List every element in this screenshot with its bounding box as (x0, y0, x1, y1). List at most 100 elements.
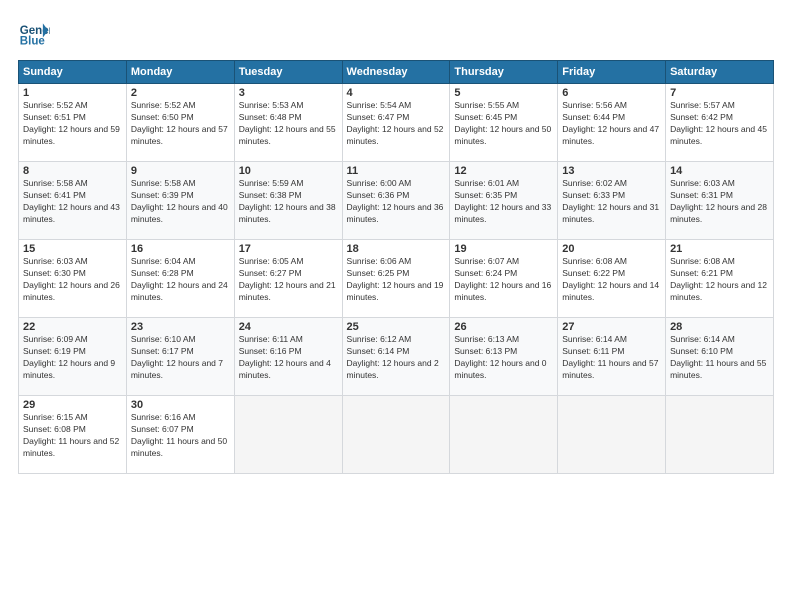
day-info: Sunrise: 6:15 AMSunset: 6:08 PMDaylight:… (23, 412, 122, 460)
logo-icon: General Blue (18, 18, 50, 50)
day-number: 22 (23, 321, 122, 333)
calendar-cell: 3Sunrise: 5:53 AMSunset: 6:48 PMDaylight… (234, 84, 342, 162)
day-info: Sunrise: 6:03 AMSunset: 6:30 PMDaylight:… (23, 256, 122, 304)
day-info: Sunrise: 6:09 AMSunset: 6:19 PMDaylight:… (23, 334, 122, 382)
day-number: 29 (23, 399, 122, 411)
calendar-cell: 1Sunrise: 5:52 AMSunset: 6:51 PMDaylight… (19, 84, 127, 162)
day-number: 11 (347, 165, 446, 177)
header: General Blue (18, 18, 774, 50)
col-header-saturday: Saturday (666, 61, 774, 84)
day-info: Sunrise: 6:13 AMSunset: 6:13 PMDaylight:… (454, 334, 553, 382)
svg-text:Blue: Blue (20, 36, 46, 48)
day-info: Sunrise: 5:54 AMSunset: 6:47 PMDaylight:… (347, 100, 446, 148)
calendar-cell: 14Sunrise: 6:03 AMSunset: 6:31 PMDayligh… (666, 162, 774, 240)
week-row-5: 29Sunrise: 6:15 AMSunset: 6:08 PMDayligh… (19, 396, 774, 474)
calendar-cell: 29Sunrise: 6:15 AMSunset: 6:08 PMDayligh… (19, 396, 127, 474)
day-number: 23 (131, 321, 230, 333)
day-info: Sunrise: 6:03 AMSunset: 6:31 PMDaylight:… (670, 178, 769, 226)
day-number: 18 (347, 243, 446, 255)
calendar-cell: 9Sunrise: 5:58 AMSunset: 6:39 PMDaylight… (126, 162, 234, 240)
day-number: 20 (562, 243, 661, 255)
day-number: 8 (23, 165, 122, 177)
day-number: 16 (131, 243, 230, 255)
calendar-cell: 21Sunrise: 6:08 AMSunset: 6:21 PMDayligh… (666, 240, 774, 318)
day-number: 15 (23, 243, 122, 255)
day-number: 10 (239, 165, 338, 177)
calendar-cell (666, 396, 774, 474)
calendar-cell: 20Sunrise: 6:08 AMSunset: 6:22 PMDayligh… (558, 240, 666, 318)
col-header-monday: Monday (126, 61, 234, 84)
calendar-cell: 28Sunrise: 6:14 AMSunset: 6:10 PMDayligh… (666, 318, 774, 396)
day-info: Sunrise: 6:04 AMSunset: 6:28 PMDaylight:… (131, 256, 230, 304)
day-info: Sunrise: 6:10 AMSunset: 6:17 PMDaylight:… (131, 334, 230, 382)
day-number: 30 (131, 399, 230, 411)
calendar-cell: 27Sunrise: 6:14 AMSunset: 6:11 PMDayligh… (558, 318, 666, 396)
day-number: 3 (239, 87, 338, 99)
day-number: 25 (347, 321, 446, 333)
col-header-sunday: Sunday (19, 61, 127, 84)
day-info: Sunrise: 5:57 AMSunset: 6:42 PMDaylight:… (670, 100, 769, 148)
day-number: 1 (23, 87, 122, 99)
calendar-cell: 30Sunrise: 6:16 AMSunset: 6:07 PMDayligh… (126, 396, 234, 474)
day-number: 27 (562, 321, 661, 333)
day-info: Sunrise: 5:59 AMSunset: 6:38 PMDaylight:… (239, 178, 338, 226)
day-number: 6 (562, 87, 661, 99)
calendar-cell (558, 396, 666, 474)
calendar-cell: 26Sunrise: 6:13 AMSunset: 6:13 PMDayligh… (450, 318, 558, 396)
day-info: Sunrise: 6:05 AMSunset: 6:27 PMDaylight:… (239, 256, 338, 304)
day-number: 9 (131, 165, 230, 177)
day-number: 19 (454, 243, 553, 255)
calendar-cell: 8Sunrise: 5:58 AMSunset: 6:41 PMDaylight… (19, 162, 127, 240)
week-row-4: 22Sunrise: 6:09 AMSunset: 6:19 PMDayligh… (19, 318, 774, 396)
day-info: Sunrise: 6:12 AMSunset: 6:14 PMDaylight:… (347, 334, 446, 382)
calendar-cell: 22Sunrise: 6:09 AMSunset: 6:19 PMDayligh… (19, 318, 127, 396)
week-row-1: 1Sunrise: 5:52 AMSunset: 6:51 PMDaylight… (19, 84, 774, 162)
day-info: Sunrise: 5:52 AMSunset: 6:50 PMDaylight:… (131, 100, 230, 148)
day-number: 4 (347, 87, 446, 99)
calendar-cell (342, 396, 450, 474)
day-number: 26 (454, 321, 553, 333)
calendar-cell (450, 396, 558, 474)
day-info: Sunrise: 5:55 AMSunset: 6:45 PMDaylight:… (454, 100, 553, 148)
day-number: 2 (131, 87, 230, 99)
day-info: Sunrise: 6:07 AMSunset: 6:24 PMDaylight:… (454, 256, 553, 304)
logo: General Blue (18, 18, 50, 50)
day-info: Sunrise: 6:14 AMSunset: 6:10 PMDaylight:… (670, 334, 769, 382)
calendar-page: General Blue SundayMondayTuesdayWednesda… (0, 0, 792, 612)
calendar-cell: 10Sunrise: 5:59 AMSunset: 6:38 PMDayligh… (234, 162, 342, 240)
day-info: Sunrise: 6:14 AMSunset: 6:11 PMDaylight:… (562, 334, 661, 382)
calendar-cell: 23Sunrise: 6:10 AMSunset: 6:17 PMDayligh… (126, 318, 234, 396)
day-info: Sunrise: 6:16 AMSunset: 6:07 PMDaylight:… (131, 412, 230, 460)
calendar-cell: 17Sunrise: 6:05 AMSunset: 6:27 PMDayligh… (234, 240, 342, 318)
day-number: 7 (670, 87, 769, 99)
calendar-cell: 11Sunrise: 6:00 AMSunset: 6:36 PMDayligh… (342, 162, 450, 240)
day-number: 14 (670, 165, 769, 177)
day-info: Sunrise: 6:08 AMSunset: 6:22 PMDaylight:… (562, 256, 661, 304)
col-header-wednesday: Wednesday (342, 61, 450, 84)
day-info: Sunrise: 6:00 AMSunset: 6:36 PMDaylight:… (347, 178, 446, 226)
week-row-2: 8Sunrise: 5:58 AMSunset: 6:41 PMDaylight… (19, 162, 774, 240)
day-number: 5 (454, 87, 553, 99)
header-row: SundayMondayTuesdayWednesdayThursdayFrid… (19, 61, 774, 84)
calendar-cell (234, 396, 342, 474)
calendar-cell: 2Sunrise: 5:52 AMSunset: 6:50 PMDaylight… (126, 84, 234, 162)
calendar-cell: 6Sunrise: 5:56 AMSunset: 6:44 PMDaylight… (558, 84, 666, 162)
calendar-cell: 15Sunrise: 6:03 AMSunset: 6:30 PMDayligh… (19, 240, 127, 318)
day-info: Sunrise: 5:53 AMSunset: 6:48 PMDaylight:… (239, 100, 338, 148)
calendar-cell: 5Sunrise: 5:55 AMSunset: 6:45 PMDaylight… (450, 84, 558, 162)
day-number: 17 (239, 243, 338, 255)
calendar-cell: 13Sunrise: 6:02 AMSunset: 6:33 PMDayligh… (558, 162, 666, 240)
col-header-thursday: Thursday (450, 61, 558, 84)
day-info: Sunrise: 6:01 AMSunset: 6:35 PMDaylight:… (454, 178, 553, 226)
day-info: Sunrise: 6:08 AMSunset: 6:21 PMDaylight:… (670, 256, 769, 304)
day-info: Sunrise: 5:58 AMSunset: 6:39 PMDaylight:… (131, 178, 230, 226)
calendar-cell: 12Sunrise: 6:01 AMSunset: 6:35 PMDayligh… (450, 162, 558, 240)
calendar-cell: 25Sunrise: 6:12 AMSunset: 6:14 PMDayligh… (342, 318, 450, 396)
day-info: Sunrise: 6:06 AMSunset: 6:25 PMDaylight:… (347, 256, 446, 304)
calendar-cell: 24Sunrise: 6:11 AMSunset: 6:16 PMDayligh… (234, 318, 342, 396)
calendar-cell: 19Sunrise: 6:07 AMSunset: 6:24 PMDayligh… (450, 240, 558, 318)
day-info: Sunrise: 6:02 AMSunset: 6:33 PMDaylight:… (562, 178, 661, 226)
calendar-cell: 16Sunrise: 6:04 AMSunset: 6:28 PMDayligh… (126, 240, 234, 318)
week-row-3: 15Sunrise: 6:03 AMSunset: 6:30 PMDayligh… (19, 240, 774, 318)
col-header-tuesday: Tuesday (234, 61, 342, 84)
